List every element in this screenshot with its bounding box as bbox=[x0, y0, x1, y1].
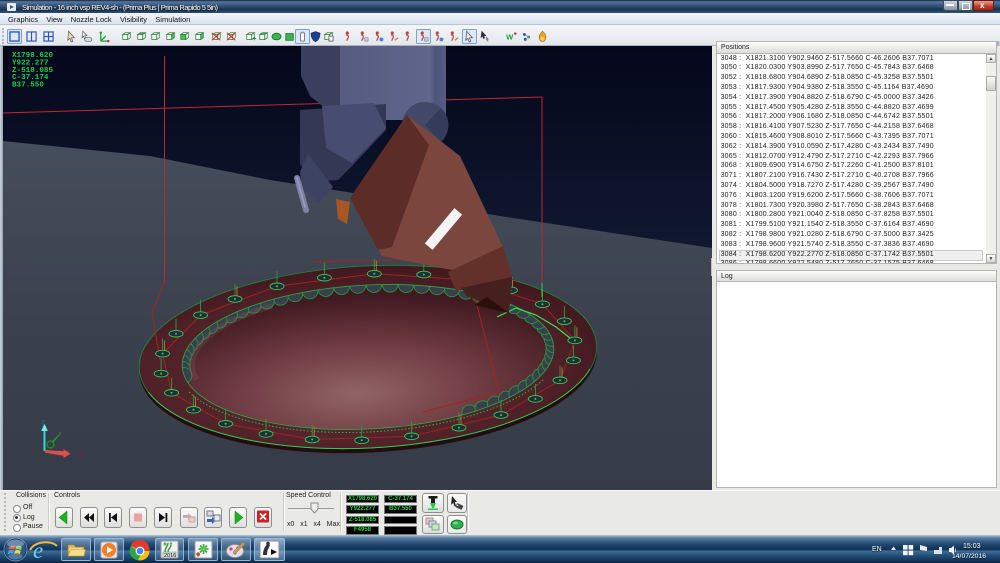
svg-text:Z: Z bbox=[42, 421, 46, 427]
svg-text:y: y bbox=[59, 431, 62, 437]
svg-text:W: W bbox=[506, 32, 514, 41]
svg-text:2016: 2016 bbox=[164, 553, 176, 559]
svg-text:B37.550: B37.550 bbox=[12, 82, 44, 90]
